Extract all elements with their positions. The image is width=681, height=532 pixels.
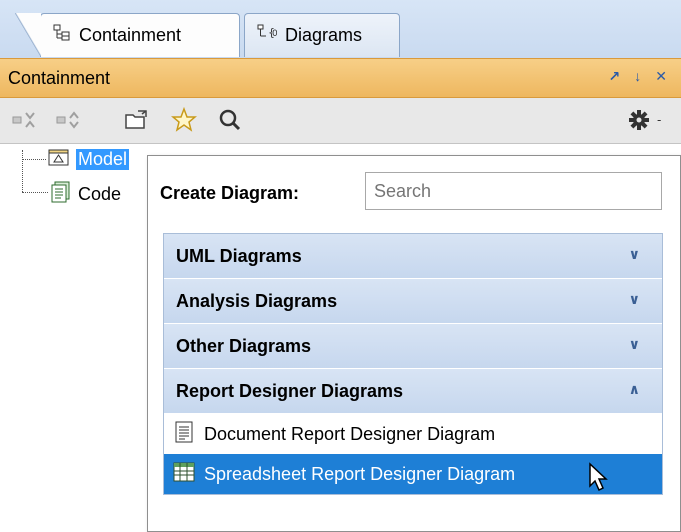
expand-all-icon[interactable] [54, 106, 82, 134]
category-label: Analysis Diagrams [176, 290, 338, 311]
collapse-all-icon[interactable] [10, 106, 38, 134]
pin-icon[interactable]: ↗ [609, 68, 621, 85]
document-icon [172, 420, 196, 449]
category-label: Report Designer Diagrams [176, 380, 404, 401]
tree-item-code[interactable]: Code [50, 181, 121, 208]
autohide-icon[interactable]: ↓ [634, 68, 641, 85]
diagram-search-input[interactable] [365, 172, 662, 210]
menu-item-spreadsheet-report-designer-diagram[interactable]: Spreadsheet Report Designer Diagram [164, 454, 662, 494]
diagram-categories: UML Diagrams ∨ Analysis Diagrams ∨ Other… [163, 233, 663, 495]
chevron-down-icon[interactable]: ∨ [629, 246, 640, 263]
package-icon [48, 147, 70, 172]
mouse-pointer-icon [588, 462, 610, 497]
tab-diagrams[interactable]: { 0 Diagrams [244, 13, 400, 57]
favorite-star-icon[interactable] [170, 106, 198, 134]
category-label: UML Diagrams [176, 245, 302, 266]
chevron-up-icon[interactable]: ∧ [629, 381, 640, 398]
toolbar: - [0, 98, 681, 144]
close-icon[interactable]: ✕ [655, 68, 667, 85]
tab-containment-label: Containment [79, 25, 182, 45]
panel-title: Containment [8, 67, 111, 88]
create-diagram-popup: Create Diagram: UML Diagrams ∨ Analysis … [147, 155, 681, 532]
search-icon[interactable] [216, 106, 244, 134]
svg-text:-: - [657, 113, 661, 127]
tree-item-code-label: Code [78, 184, 122, 204]
menu-item-label: Spreadsheet Report Designer Diagram [204, 463, 516, 484]
svg-text:0: 0 [272, 29, 277, 39]
panel-title-bar: Containment ↗ ↓ ✕ [0, 58, 681, 98]
category-report-designer-diagrams[interactable]: Report Designer Diagrams ∧ [164, 369, 662, 414]
create-diagram-label: Create Diagram: [160, 183, 300, 203]
open-folder-icon[interactable] [122, 106, 150, 134]
category-analysis-diagrams[interactable]: Analysis Diagrams ∨ [164, 279, 662, 324]
category-uml-diagrams[interactable]: UML Diagrams ∨ [164, 234, 662, 279]
tab-diagrams-label: Diagrams [285, 25, 363, 45]
menu-item-label: Document Report Designer Diagram [204, 423, 496, 444]
category-label: Other Diagrams [176, 335, 312, 356]
chevron-down-icon[interactable]: ∨ [629, 291, 640, 308]
spreadsheet-icon [172, 460, 196, 489]
chevron-down-icon[interactable]: ∨ [629, 336, 640, 353]
tab-containment[interactable]: Containment [15, 13, 240, 57]
category-other-diagrams[interactable]: Other Diagrams ∨ [164, 324, 662, 369]
menu-item-document-report-designer-diagram[interactable]: Document Report Designer Diagram [164, 414, 662, 454]
settings-gear-icon[interactable]: - [622, 106, 672, 134]
tree-item-model[interactable]: Model [48, 147, 130, 172]
tree-item-model-label: Model [76, 149, 130, 170]
containment-tree-icon [53, 24, 71, 47]
diagrams-icon: { 0 [257, 24, 278, 47]
tab-strip: Containment { 0 Diagrams [0, 0, 681, 58]
code-icon [50, 181, 72, 208]
